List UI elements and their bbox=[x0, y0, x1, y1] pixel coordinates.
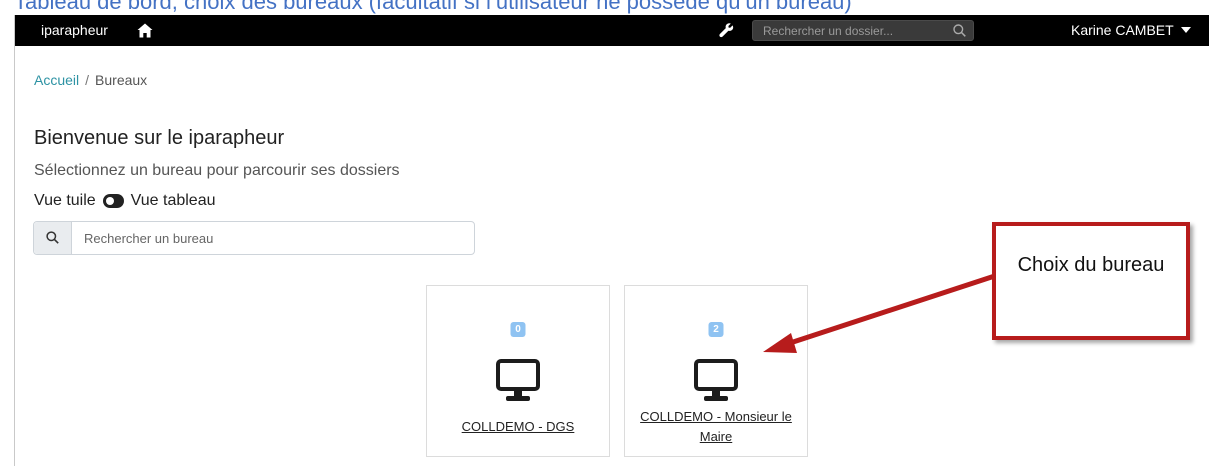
switch-knob bbox=[105, 197, 114, 205]
brand-link[interactable]: iparapheur bbox=[41, 15, 108, 46]
desk-search-addon bbox=[34, 222, 72, 254]
wrench-icon[interactable] bbox=[719, 23, 734, 38]
caret-down-icon bbox=[1180, 27, 1191, 33]
home-icon[interactable] bbox=[137, 23, 153, 38]
dossier-search-box bbox=[752, 20, 974, 41]
breadcrumb-current: Bureaux bbox=[95, 72, 148, 88]
desktop-icon bbox=[496, 359, 540, 401]
view-switch-toggle[interactable] bbox=[102, 194, 124, 208]
desk-name-link[interactable]: COLLDEMO - Monsieur le Maire bbox=[633, 407, 799, 447]
user-menu[interactable]: Karine CAMBET bbox=[1071, 15, 1191, 46]
desk-count-badge: 2 bbox=[708, 322, 724, 337]
desk-count-badge: 0 bbox=[510, 322, 526, 337]
breadcrumb-home-link[interactable]: Accueil bbox=[34, 72, 79, 88]
top-navbar: iparapheur Karine CAMBET bbox=[15, 15, 1209, 46]
desk-tile-maire[interactable]: 2 COLLDEMO - Monsieur le Maire bbox=[624, 285, 808, 457]
page-title: Bienvenue sur le iparapheur bbox=[34, 127, 285, 149]
breadcrumb: Accueil / Bureaux bbox=[34, 72, 147, 88]
desk-name-link[interactable]: COLLDEMO - DGS bbox=[435, 417, 601, 437]
document-caption: Tableau de bord, choix des bureaux (facu… bbox=[14, 0, 852, 14]
dossier-search-input[interactable] bbox=[763, 21, 943, 40]
desk-search-box bbox=[33, 221, 475, 255]
desk-tile-dgs[interactable]: 0 COLLDEMO - DGS bbox=[426, 285, 610, 457]
user-name: Karine CAMBET bbox=[1071, 22, 1174, 38]
callout-box: Choix du bureau bbox=[992, 222, 1190, 340]
view-toggle: Vue tuile Vue tableau bbox=[34, 192, 215, 210]
callout-text: Choix du bureau bbox=[1017, 254, 1165, 276]
view-tile-label: Vue tuile bbox=[34, 192, 96, 209]
desktop-icon bbox=[694, 359, 738, 401]
search-icon bbox=[46, 231, 59, 244]
view-table-label: Vue tableau bbox=[130, 192, 216, 209]
page-subtitle: Sélectionnez un bureau pour parcourir se… bbox=[34, 162, 400, 179]
app-frame: iparapheur Karine CAMBET Accueil / Bureaux… bbox=[14, 15, 1209, 466]
desk-search-input[interactable] bbox=[84, 222, 464, 254]
breadcrumb-separator: / bbox=[85, 72, 90, 88]
search-icon[interactable] bbox=[953, 24, 966, 37]
page: Tableau de bord, choix des bureaux (facu… bbox=[0, 0, 1209, 466]
